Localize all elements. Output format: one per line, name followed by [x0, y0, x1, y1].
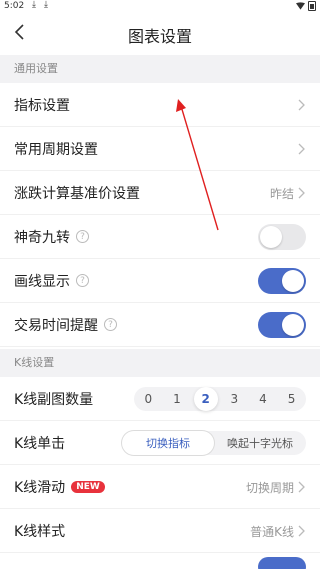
single-click-row: K线单击 切换指标 唤起十字光标: [0, 421, 320, 465]
magic-nine-row: 神奇九转 ?: [0, 215, 320, 259]
download-icon: ⤓: [44, 0, 48, 10]
section-kline-header: K线设置: [0, 349, 320, 377]
chevron-right-icon: [298, 481, 305, 493]
help-icon[interactable]: ?: [76, 230, 89, 243]
help-icon[interactable]: ?: [76, 274, 89, 287]
row-label: K线滑动: [14, 479, 66, 496]
row-label: K线单击: [14, 435, 66, 452]
toggle-knob: [282, 270, 304, 292]
count-option-2[interactable]: 2: [193, 387, 218, 411]
period-settings-row[interactable]: 常用周期设置: [0, 127, 320, 171]
count-option-4[interactable]: 4: [251, 387, 275, 411]
chevron-right-icon: [298, 187, 305, 199]
page-title: 图表设置: [127, 27, 192, 46]
crosshair-option[interactable]: 唤起十字光标: [214, 431, 306, 455]
toggle-knob: [282, 314, 304, 336]
sub-chart-count-row: K线副图数量 0 1 2 3 4 5: [0, 377, 320, 421]
indicator-settings-row[interactable]: 指标设置: [0, 83, 320, 127]
row-label: K线样式: [14, 523, 66, 540]
chevron-right-icon: [298, 143, 305, 155]
count-option-3[interactable]: 3: [222, 387, 246, 411]
magic-nine-toggle[interactable]: [258, 224, 306, 250]
switch-indicator-option[interactable]: 切换指标: [122, 431, 214, 455]
base-price-value: 昨结: [269, 186, 294, 201]
row-label: 画线显示: [14, 273, 70, 290]
toggle-knob: [260, 226, 282, 248]
wifi-icon: [296, 2, 305, 10]
next-row-partial: [0, 553, 320, 569]
row-label: 神奇九转: [14, 229, 70, 246]
chevron-right-icon: [298, 525, 305, 537]
status-time: 5:02: [4, 1, 25, 11]
chevron-right-icon: [298, 99, 305, 111]
next-row-toggle[interactable]: [258, 557, 306, 569]
section-general-header: 通用设置: [0, 55, 320, 83]
slide-row[interactable]: K线滑动 NEW 切换周期: [0, 465, 320, 509]
row-label: K线副图数量: [14, 391, 94, 408]
status-bar: 5:02 ⤓ ⤓: [0, 0, 320, 14]
sub-chart-count-selector: 0 1 2 3 4 5: [134, 387, 306, 411]
row-label: 常用周期设置: [14, 141, 98, 158]
trade-reminder-row: 交易时间提醒 ?: [0, 303, 320, 347]
row-label: 涨跌计算基准价设置: [14, 185, 140, 202]
count-option-1[interactable]: 1: [165, 387, 189, 411]
trade-reminder-toggle[interactable]: [258, 312, 306, 338]
drawing-display-toggle[interactable]: [258, 268, 306, 294]
count-option-5[interactable]: 5: [280, 387, 304, 411]
status-icons: [296, 1, 316, 11]
row-label: 交易时间提醒: [14, 317, 98, 334]
new-badge: NEW: [71, 480, 105, 493]
help-icon[interactable]: ?: [104, 318, 117, 331]
download-icon: ⤓: [32, 0, 36, 10]
drawing-display-row: 画线显示 ?: [0, 259, 320, 303]
slide-value: 切换周期: [245, 480, 294, 495]
row-label: 指标设置: [14, 97, 70, 114]
kline-style-row[interactable]: K线样式 普通K线: [0, 509, 320, 553]
battery-icon: [308, 1, 316, 11]
nav-bar: 图表设置: [0, 14, 320, 52]
count-option-0[interactable]: 0: [136, 387, 160, 411]
kline-style-value: 普通K线: [250, 524, 294, 539]
single-click-segment: 切换指标 唤起十字光标: [122, 431, 306, 455]
base-price-row[interactable]: 涨跌计算基准价设置 昨结: [0, 171, 320, 215]
